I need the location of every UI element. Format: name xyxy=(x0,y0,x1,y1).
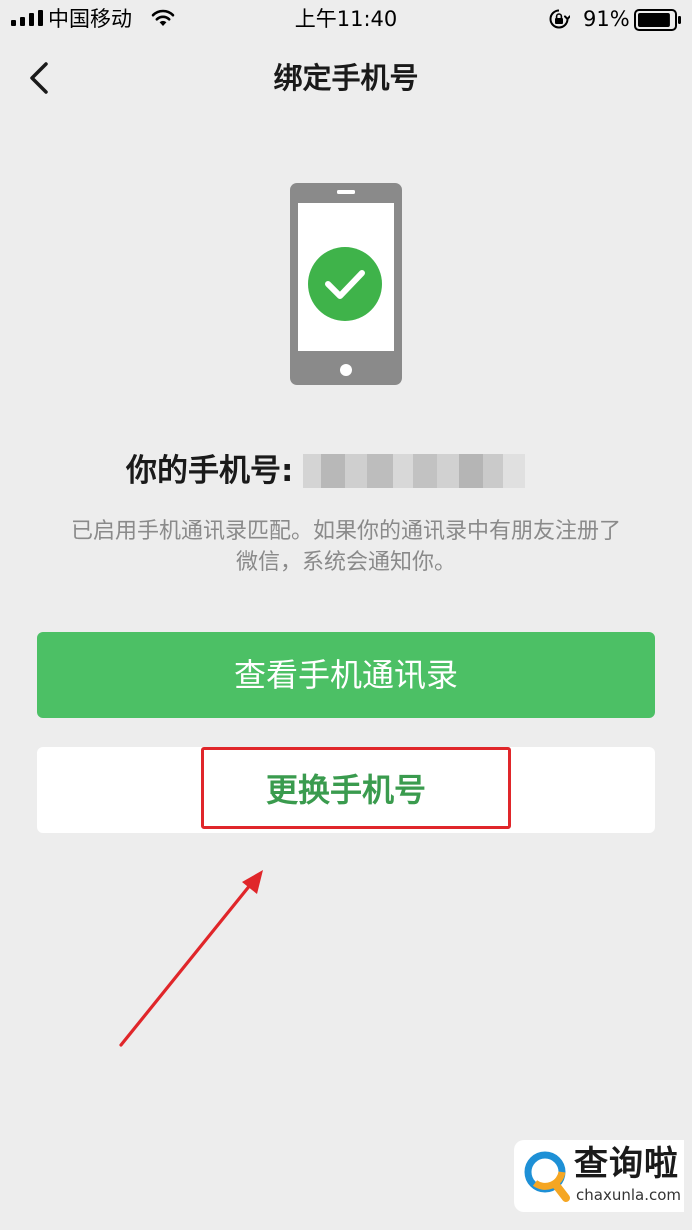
phone-number-value-redacted xyxy=(303,454,526,488)
watermark-url: chaxunla.com xyxy=(576,1186,681,1204)
description-line-1: 已启用手机通讯录匹配。如果你的通讯录中有朋友注册了 xyxy=(70,519,621,544)
description-line-2: 微信，系统会通知你。 xyxy=(235,550,456,575)
status-bar: 中国移动 上午11:40 91% xyxy=(0,0,692,40)
orientation-lock-icon xyxy=(549,9,570,29)
red-arrow-annotation xyxy=(119,870,263,1047)
change-phone-button[interactable]: 更换手机号 xyxy=(37,747,655,833)
screen: 中国移动 上午11:40 91% 绑定手机号 你的手机号: 已启用手机通讯录匹配… xyxy=(0,0,692,1230)
watermark-name: 查询啦 xyxy=(574,1144,679,1184)
magnifier-logo-icon xyxy=(524,1151,570,1202)
battery-percent: 91% xyxy=(583,7,630,31)
phone-number-label: 你的手机号: xyxy=(126,453,294,489)
page-title: 绑定手机号 xyxy=(273,61,419,95)
battery-icon xyxy=(634,9,681,31)
phone-number-row: 你的手机号: xyxy=(126,448,526,494)
description-text: 已启用手机通讯录匹配。如果你的通讯录中有朋友注册了 微信，系统会通知你。 xyxy=(20,516,672,578)
view-contacts-button[interactable]: 查看手机通讯录 xyxy=(37,632,655,718)
watermark: 查询啦 chaxunla.com xyxy=(514,1140,684,1212)
phone-check-icon xyxy=(290,183,402,385)
